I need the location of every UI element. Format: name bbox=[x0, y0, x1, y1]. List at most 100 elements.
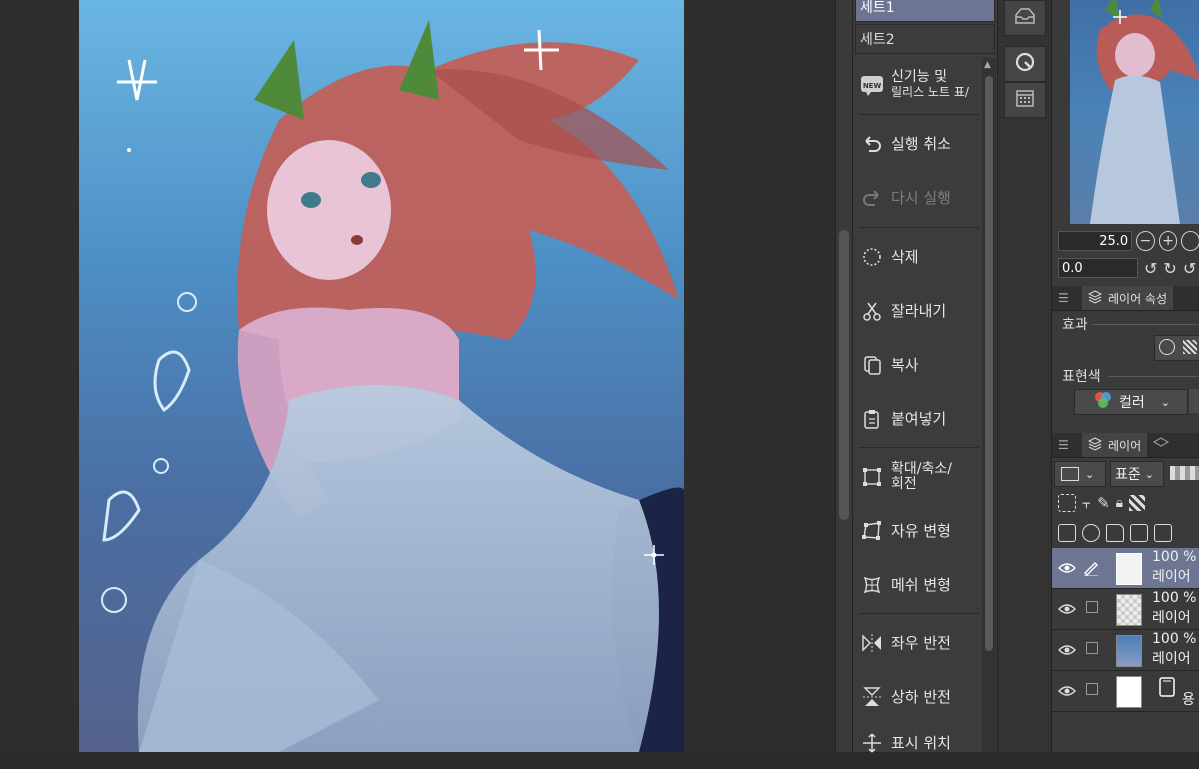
command-free-transform[interactable]: 자유 변형 bbox=[855, 504, 981, 557]
lock-icon[interactable]: 🔒︎ bbox=[1116, 495, 1123, 511]
layer-row[interactable]: 100 % 레이어 bbox=[1052, 630, 1199, 671]
command-label-line1: 확대/축소/ bbox=[891, 460, 952, 477]
command-bar-scrollbar[interactable]: ▲ bbox=[982, 58, 996, 752]
extra-option-button[interactable] bbox=[1189, 389, 1199, 413]
paper-layer-icon bbox=[1158, 676, 1178, 702]
zoom-out-icon[interactable]: − bbox=[1136, 231, 1155, 251]
tool-button-3[interactable] bbox=[1004, 82, 1046, 118]
eye-icon[interactable] bbox=[1058, 683, 1076, 702]
navigator-preview[interactable] bbox=[1070, 0, 1199, 224]
panel-menu-icon[interactable]: ☰ bbox=[1058, 291, 1072, 305]
layer-name: 레이어 bbox=[1152, 569, 1191, 585]
new-folder-icon[interactable] bbox=[1106, 524, 1124, 542]
right-panel: 25.0 − + 0.0 ↺ ↻ ↺ ☰ 레이어 속성 효과 표현색 컬러 ⌄ … bbox=[1051, 0, 1199, 752]
draft-icon[interactable]: ✎ bbox=[1097, 494, 1110, 512]
layer-checkbox[interactable] bbox=[1086, 642, 1098, 654]
opacity-slider[interactable] bbox=[1170, 466, 1199, 480]
transfer-down-icon[interactable] bbox=[1130, 524, 1148, 542]
free-transform-icon bbox=[859, 518, 885, 544]
blend-mode-dropdown[interactable]: 표준 ⌄ bbox=[1110, 461, 1164, 487]
reset-rotation-icon[interactable]: ↺ bbox=[1183, 259, 1196, 278]
layer-row[interactable]: 용 bbox=[1052, 671, 1199, 712]
new-raster-layer-icon[interactable] bbox=[1058, 524, 1076, 542]
separator bbox=[859, 447, 979, 448]
navigator-thumbnail bbox=[1090, 0, 1199, 224]
tone-effect-icon bbox=[1183, 340, 1197, 354]
layer-row[interactable]: 100 % 레이어 bbox=[1052, 589, 1199, 630]
command-scale-rotate[interactable]: 확대/축소/회전 bbox=[855, 450, 981, 503]
new-vector-layer-icon[interactable] bbox=[1082, 524, 1100, 542]
zoom-field[interactable]: 25.0 bbox=[1058, 231, 1133, 251]
scrollbar-thumb[interactable] bbox=[985, 76, 993, 651]
eye-icon[interactable] bbox=[1058, 642, 1076, 661]
scrollbar-thumb[interactable] bbox=[839, 230, 849, 520]
layer-thumbnail bbox=[1116, 594, 1142, 626]
layers-search-icon[interactable] bbox=[1153, 436, 1170, 454]
command-release-notes[interactable]: NEW 신기능 및 릴리스 노트 표/ bbox=[855, 58, 981, 111]
command-label-line2: 회전 bbox=[891, 475, 917, 492]
layer-tab-bar: ☰ 레이어 bbox=[1052, 433, 1199, 458]
chevron-down-icon: ⌄ bbox=[1144, 467, 1154, 481]
eye-icon[interactable] bbox=[1058, 601, 1076, 620]
expression-color-dropdown[interactable]: 컬러 ⌄ bbox=[1074, 389, 1188, 415]
scissors-icon bbox=[859, 298, 885, 324]
command-cut[interactable]: 잘라내기 bbox=[855, 284, 981, 337]
rotate-right-icon[interactable]: ↻ bbox=[1163, 259, 1176, 278]
tool-button-1[interactable] bbox=[1004, 0, 1046, 36]
rotation-field[interactable]: 0.0 bbox=[1058, 258, 1138, 278]
effect-toggle[interactable] bbox=[1154, 335, 1199, 361]
canvas-vertical-scrollbar[interactable] bbox=[835, 0, 853, 752]
lock-transparent-icon[interactable] bbox=[1129, 495, 1146, 511]
clip-icon[interactable]: ⫟ bbox=[1082, 494, 1091, 512]
blend-mode-value: 표준 bbox=[1115, 467, 1141, 483]
command-paste[interactable]: 붙여넣기 bbox=[855, 392, 981, 445]
panel-menu-icon[interactable]: ☰ bbox=[1058, 438, 1072, 452]
mesh-transform-icon bbox=[859, 572, 885, 598]
layer-thumbnail bbox=[1116, 553, 1142, 585]
layers-icon bbox=[1087, 436, 1103, 454]
separator bbox=[859, 227, 979, 228]
layer-tab[interactable]: 레이어 bbox=[1082, 433, 1148, 457]
layer-name: 용 bbox=[1182, 692, 1195, 708]
flip-vertical-icon bbox=[859, 684, 885, 710]
layer-checkbox[interactable] bbox=[1086, 601, 1098, 613]
reference-layer-icon[interactable] bbox=[1058, 494, 1076, 512]
merge-down-icon[interactable] bbox=[1154, 524, 1172, 542]
layer-lock-row: ⫟ ✎ 🔒︎ bbox=[1052, 490, 1199, 516]
drawing-canvas[interactable] bbox=[79, 0, 684, 752]
command-redo[interactable]: 다시 실행 bbox=[855, 171, 981, 224]
command-copy[interactable]: 복사 bbox=[855, 338, 981, 391]
separator bbox=[859, 613, 979, 614]
command-display-position[interactable]: 표시 위치 bbox=[855, 716, 981, 769]
chevron-down-icon: ⌄ bbox=[1160, 395, 1170, 409]
tool-button-2[interactable] bbox=[1004, 46, 1046, 82]
search-icon bbox=[1013, 50, 1037, 78]
command-delete[interactable]: 삭제 bbox=[855, 230, 981, 283]
layer-opacity: 100 % bbox=[1152, 590, 1197, 606]
zoom-in-icon[interactable]: + bbox=[1158, 231, 1178, 251]
effect-label: 효과 bbox=[1062, 317, 1088, 333]
command-label: 실행 취소 bbox=[891, 135, 951, 153]
layer-color-dropdown[interactable]: ⌄ bbox=[1054, 461, 1106, 487]
command-label: 다시 실행 bbox=[891, 189, 951, 207]
command-mesh-transform[interactable]: 메쉬 변형 bbox=[855, 558, 981, 611]
set-tab-2[interactable]: 세트2 bbox=[855, 24, 995, 54]
scroll-up-arrow-icon[interactable]: ▲ bbox=[984, 60, 991, 70]
layer-opacity: 100 % bbox=[1152, 631, 1197, 647]
separator bbox=[859, 114, 979, 115]
zoom-fit-icon[interactable] bbox=[1181, 231, 1199, 251]
zoom-value: 25.0 bbox=[1099, 233, 1129, 249]
expression-color-value: 컬러 bbox=[1119, 395, 1145, 411]
command-flip-horizontal[interactable]: 좌우 반전 bbox=[855, 616, 981, 669]
set-tab-1[interactable]: 세트1 bbox=[855, 0, 995, 22]
layer-property-tab-bar: ☰ 레이어 속성 bbox=[1052, 286, 1199, 311]
rotate-left-icon[interactable]: ↺ bbox=[1144, 259, 1157, 278]
layer-checkbox[interactable] bbox=[1086, 683, 1098, 695]
layer-property-tab[interactable]: 레이어 속성 bbox=[1082, 286, 1174, 310]
eye-icon[interactable] bbox=[1058, 560, 1076, 579]
layer-row[interactable]: 100 % 레이어 bbox=[1052, 548, 1199, 589]
command-label: 삭제 bbox=[891, 248, 919, 266]
command-undo[interactable]: 실행 취소 bbox=[855, 117, 981, 170]
command-label: 붙여넣기 bbox=[891, 410, 947, 428]
paste-icon bbox=[859, 406, 885, 432]
